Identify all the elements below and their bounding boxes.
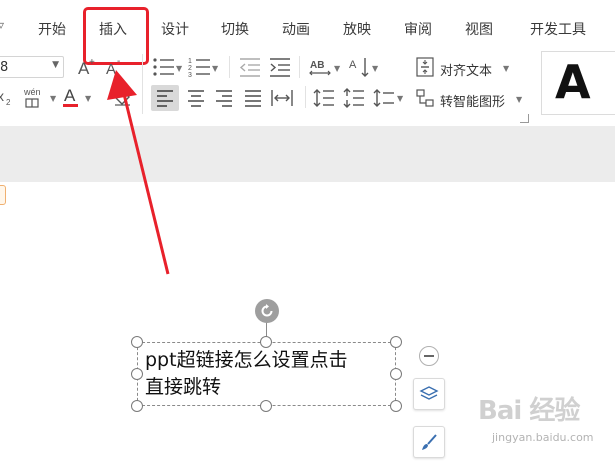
annotation-arrow (107, 70, 170, 275)
